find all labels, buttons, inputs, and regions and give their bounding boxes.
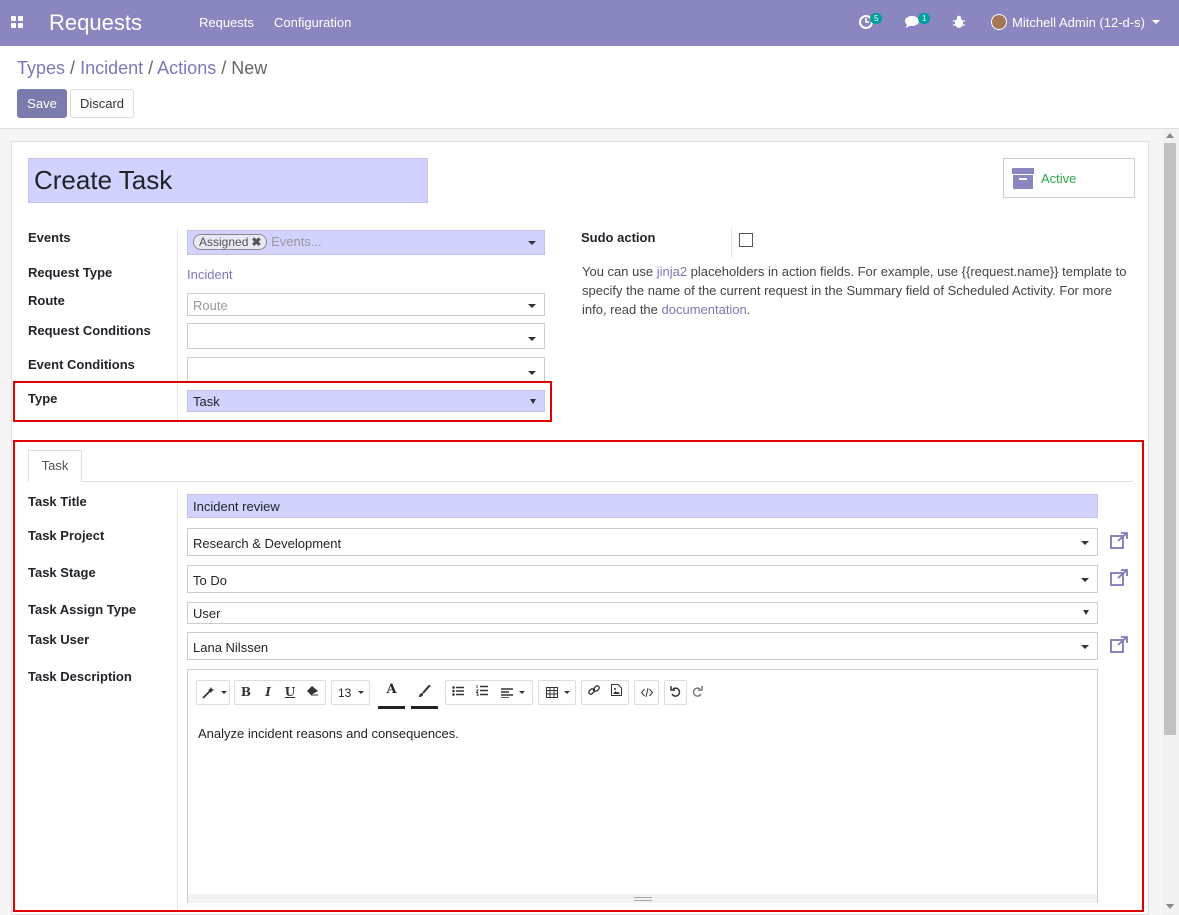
task-section-highlight — [13, 440, 1144, 912]
route-dropdown-icon[interactable] — [528, 304, 536, 308]
breadcrumb-types[interactable]: Types — [17, 58, 65, 78]
activity-count-badge: 5 — [870, 13, 883, 24]
archive-box-icon — [1012, 168, 1034, 189]
breadcrumb-incident[interactable]: Incident — [80, 58, 143, 78]
documentation-link[interactable]: documentation — [662, 302, 747, 317]
breadcrumb-current: New — [231, 58, 268, 78]
scroll-up-icon[interactable] — [1166, 133, 1174, 138]
user-avatar[interactable] — [991, 14, 1007, 30]
event-tag-label: Assigned — [199, 235, 249, 249]
request-conditions-field[interactable] — [187, 323, 545, 349]
request-conditions-dropdown-icon[interactable] — [528, 337, 536, 341]
user-menu[interactable]: Mitchell Admin (12-d-s) — [1012, 15, 1145, 30]
breadcrumb-actions[interactable]: Actions — [157, 58, 216, 78]
apps-menu-icon[interactable] — [11, 16, 24, 29]
event-conditions-label: Event Conditions — [28, 357, 135, 372]
request-type-value[interactable]: Incident — [187, 267, 233, 282]
menu-requests[interactable]: Requests — [199, 15, 254, 30]
help-text-part: You can use — [582, 264, 657, 279]
top-navbar: Requests Requests Configuration 5 1 Mitc… — [0, 0, 1179, 46]
events-dropdown-icon[interactable] — [528, 241, 536, 245]
help-text: You can use jinja2 placeholders in actio… — [582, 262, 1134, 319]
events-placeholder: Events... — [271, 234, 322, 249]
active-label: Active — [1041, 171, 1077, 186]
action-name-input[interactable]: Create Task — [28, 158, 428, 203]
route-field[interactable]: Route — [187, 293, 545, 316]
debug-bug-icon[interactable] — [952, 15, 966, 29]
type-row-highlight — [13, 381, 552, 422]
menu-configuration[interactable]: Configuration — [274, 15, 351, 30]
save-button[interactable]: Save — [17, 89, 67, 118]
event-conditions-field[interactable] — [187, 357, 545, 383]
route-label: Route — [28, 293, 65, 308]
user-menu-chevron-icon[interactable] — [1152, 20, 1160, 24]
sudo-separator — [731, 228, 732, 258]
message-count-badge: 1 — [918, 13, 931, 24]
breadcrumb: Types / Incident / Actions / New — [17, 58, 267, 79]
discard-button[interactable]: Discard — [70, 89, 134, 118]
sudo-action-label: Sudo action — [581, 230, 656, 245]
active-toggle-button[interactable]: Active — [1003, 158, 1135, 198]
sudo-action-checkbox[interactable] — [739, 233, 753, 247]
scroll-thumb[interactable] — [1164, 143, 1176, 735]
breadcrumb-separator: / — [70, 58, 76, 78]
help-text-part: . — [746, 302, 751, 317]
event-tag-assigned: Assigned ✖ — [193, 234, 268, 250]
request-conditions-label: Request Conditions — [28, 323, 151, 338]
scroll-down-icon[interactable] — [1166, 904, 1174, 909]
event-conditions-dropdown-icon[interactable] — [528, 371, 536, 375]
request-type-label: Request Type — [28, 265, 113, 280]
breadcrumb-separator: / — [148, 58, 154, 78]
events-field[interactable]: Assigned ✖ Events... — [187, 230, 545, 255]
events-label: Events — [28, 230, 71, 245]
app-title[interactable]: Requests — [49, 10, 142, 36]
user-name: Mitchell Admin (12-d-s) — [1012, 15, 1145, 30]
breadcrumb-separator: / — [221, 58, 227, 78]
jinja2-link[interactable]: jinja2 — [657, 264, 687, 279]
vertical-scrollbar[interactable] — [1162, 129, 1179, 915]
remove-tag-icon[interactable]: ✖ — [251, 235, 261, 249]
route-placeholder: Route — [193, 298, 228, 313]
